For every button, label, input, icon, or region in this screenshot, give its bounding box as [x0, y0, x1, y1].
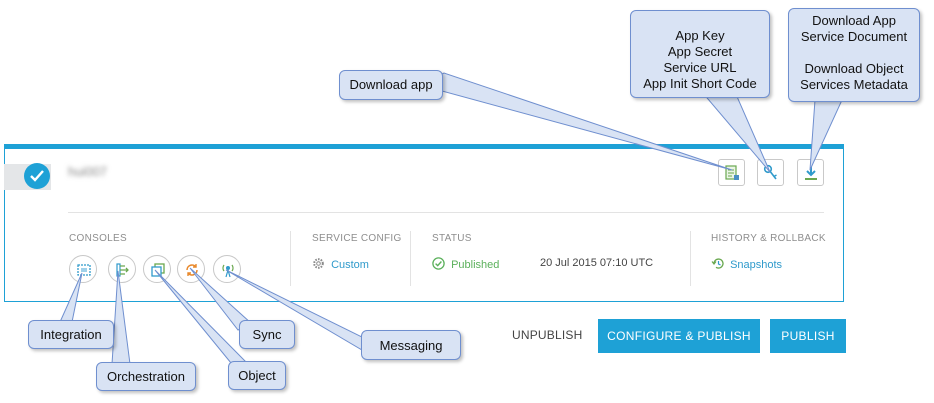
messaging-callout-text: Messaging: [379, 338, 443, 353]
app-init-short-code-text: App Init Short Code: [643, 76, 757, 91]
download-object-text: Download Object: [804, 61, 904, 76]
sync-callout: Sync: [239, 320, 295, 349]
integration-callout-text: Integration: [40, 327, 102, 342]
service-url-text: Service URL: [663, 60, 737, 75]
integration-callout: Integration: [28, 320, 114, 349]
object-callout-text: Object: [238, 368, 276, 383]
app-key-text: App Key: [675, 28, 725, 43]
service-document-text: Service Document: [800, 29, 908, 44]
messaging-callout: Messaging: [361, 330, 461, 360]
object-callout: Object: [228, 361, 286, 390]
download-app-callout: Download app: [339, 70, 443, 100]
orchestration-callout: Orchestration: [96, 362, 196, 391]
orchestration-callout-text: Orchestration: [106, 369, 186, 384]
download-app-doc-text: Download App: [812, 13, 896, 28]
sync-callout-text: Sync: [252, 327, 282, 342]
keys-callout: App Key App Secret Service URL App Init …: [630, 10, 770, 98]
download-app-callout-text: Download app: [349, 77, 433, 92]
app-secret-text: App Secret: [667, 44, 733, 59]
docs-callout: Download App Service Document Download O…: [788, 8, 920, 102]
services-metadata-text: Services Metadata: [800, 77, 908, 92]
